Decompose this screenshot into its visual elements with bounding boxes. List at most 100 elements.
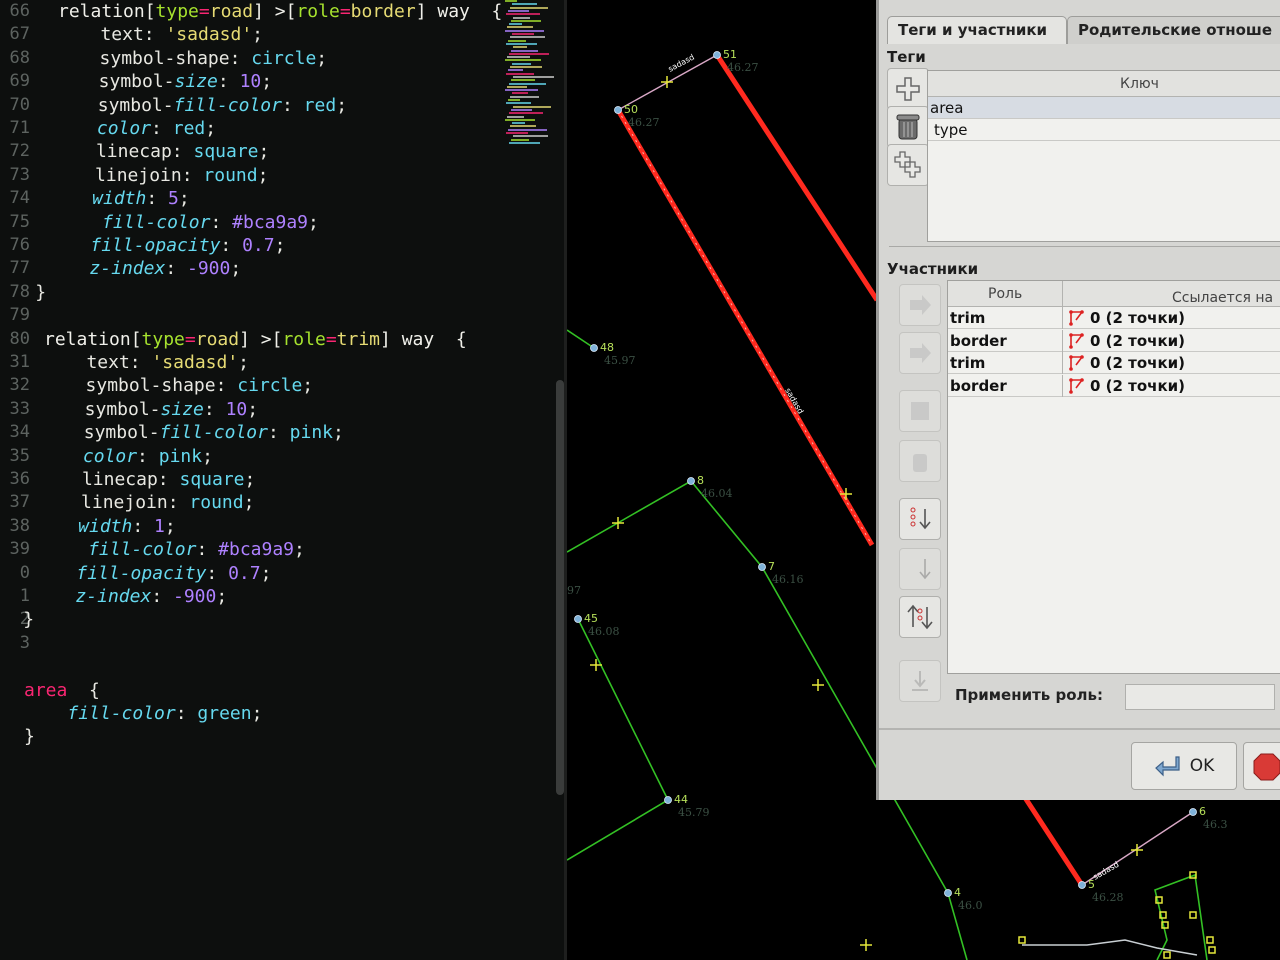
map-node[interactable]	[590, 344, 598, 352]
member-row[interactable]: trim 0 (2 точки)	[948, 307, 1280, 329]
map-vertex[interactable]	[1163, 951, 1171, 959]
code-line[interactable]: color: red;	[54, 118, 216, 139]
member-row[interactable]: border 0 (2 точки)	[948, 329, 1280, 352]
references-column-header[interactable]: Ссылается на	[1172, 290, 1273, 306]
member-role[interactable]: trim	[950, 309, 985, 327]
code-line[interactable]: symbol-shape: circle;	[42, 375, 314, 396]
code-line[interactable]: fill-color: #bca9a9;	[48, 212, 319, 233]
cancel-button[interactable]	[1243, 742, 1280, 790]
green-way[interactable]	[567, 329, 595, 349]
code-editor[interactable]: 66 67 68 69 70 71 72 73 74 75 76 77 78 79 80 31 32 33 34 35…	[0, 0, 568, 960]
code-line[interactable]: symbol-size: 10;	[55, 71, 272, 92]
code-line[interactable]: symbol-shape: circle;	[56, 48, 328, 69]
members-table[interactable]: Роль Ссылается на trim 0 (2 точки) borde…	[947, 280, 1280, 674]
code-line[interactable]: }	[24, 726, 35, 747]
code-line[interactable]: width: 1;	[35, 516, 176, 537]
move-up-button[interactable]	[899, 284, 941, 326]
member-role[interactable]: trim	[950, 354, 985, 372]
midpoint-marker[interactable]	[590, 659, 602, 671]
code-line[interactable]: linejoin: round;	[52, 165, 268, 186]
move-down-button[interactable]	[899, 332, 941, 374]
tab-tags-members[interactable]: Теги и участники	[887, 16, 1067, 44]
member-reference[interactable]: 0 (2 точки)	[1090, 332, 1185, 350]
code-line[interactable]: }	[23, 609, 34, 630]
member-reference[interactable]: 0 (2 точки)	[1090, 309, 1185, 327]
member-row[interactable]: trim 0 (2 точки)	[948, 352, 1280, 374]
minimap[interactable]	[505, 0, 557, 150]
code-line[interactable]: fill-opacity: 0.7;	[33, 563, 271, 584]
code-line[interactable]: width: 5;	[49, 188, 190, 209]
member-reference[interactable]: 0 (2 точки)	[1090, 377, 1185, 395]
map-node[interactable]	[1078, 881, 1086, 889]
map-node[interactable]	[758, 563, 766, 571]
ok-button[interactable]: OK	[1131, 742, 1237, 790]
map-vertex[interactable]	[1206, 936, 1214, 944]
map-vertex[interactable]	[1208, 946, 1216, 954]
code-line[interactable]: fill-color: #bca9a9;	[34, 539, 305, 560]
sort-below-button[interactable]	[899, 548, 941, 590]
member-role[interactable]: border	[950, 332, 1007, 350]
tag-key[interactable]: type	[934, 121, 968, 139]
tag-row[interactable]: type	[928, 119, 1280, 141]
add-tag-button[interactable]	[887, 68, 929, 110]
splitter[interactable]	[889, 246, 1280, 251]
code-token: ;	[308, 211, 319, 233]
map-node[interactable]	[664, 796, 672, 804]
code-token: :	[206, 562, 229, 584]
map-node[interactable]	[944, 889, 952, 897]
editor-scrollbar[interactable]	[556, 380, 564, 795]
edit-member-button[interactable]	[899, 390, 941, 432]
tags-table[interactable]: Ключ area type	[927, 70, 1280, 242]
code-line[interactable]: linecap: square;	[39, 469, 255, 490]
map-node[interactable]	[687, 477, 695, 485]
tag-key[interactable]: area	[930, 99, 963, 117]
code-line[interactable]: linecap: square;	[53, 141, 269, 162]
code-line[interactable]: symbol-fill-color: pink;	[40, 422, 344, 443]
code-token: :	[151, 586, 173, 607]
code-line[interactable]: linejoin: round;	[38, 492, 254, 513]
code-line[interactable]: z-index: -900;	[46, 258, 241, 279]
member-row[interactable]: border 0 (2 точки)	[948, 374, 1280, 397]
map-node[interactable]	[614, 106, 622, 114]
code-line[interactable]: }	[35, 282, 46, 303]
tab-parent-relations[interactable]: Родительские отноше	[1067, 16, 1280, 44]
map-node[interactable]	[1189, 808, 1197, 816]
code-line[interactable]: relation[type=road] >[role=border] way {	[58, 1, 502, 22]
role-column-header[interactable]: Роль	[988, 286, 1022, 302]
code-line[interactable]: area {	[24, 680, 100, 701]
reverse-members-button[interactable]	[899, 596, 941, 638]
code-line[interactable]: relation[type=road] >[role=trim] way {	[44, 329, 467, 350]
download-members-button[interactable]	[899, 660, 941, 702]
midpoint-marker[interactable]	[812, 679, 824, 691]
red-border-way[interactable]	[714, 53, 880, 302]
member-role[interactable]: border	[950, 377, 1007, 395]
map-vertex[interactable]	[1189, 911, 1197, 919]
code-line[interactable]: fill-color: green;	[24, 703, 262, 724]
paste-tags-button[interactable]	[887, 144, 929, 186]
code-line[interactable]: text: 'sadasd';	[43, 352, 249, 373]
code-line[interactable]: symbol-size: 10;	[41, 399, 258, 420]
delete-tag-button[interactable]	[887, 106, 929, 148]
code-token: 5	[168, 188, 179, 210]
key-column-header[interactable]: Ключ	[1120, 76, 1159, 92]
red-border-way[interactable]	[1019, 791, 1085, 887]
apply-role-input[interactable]	[1125, 684, 1275, 710]
map-vertex[interactable]	[1018, 936, 1026, 944]
member-reference[interactable]: 0 (2 точки)	[1090, 354, 1185, 372]
code-line[interactable]: text: 'sadasd';	[57, 24, 263, 45]
tag-row[interactable]: area	[928, 97, 1280, 119]
code-line[interactable]: fill-opacity: 0.7;	[47, 235, 285, 256]
sort-members-button[interactable]	[899, 498, 941, 540]
code-line[interactable]: color: pink;	[40, 446, 213, 467]
code-token: type	[155, 1, 199, 22]
code-line[interactable]: z-index: -900;	[32, 586, 227, 607]
map-node[interactable]	[713, 51, 721, 59]
code-line[interactable]: symbol-fill-color: red;	[54, 95, 347, 116]
midpoint-marker[interactable]	[612, 517, 624, 529]
remove-member-button[interactable]	[899, 440, 941, 482]
map-node[interactable]	[574, 615, 582, 623]
midpoint-marker[interactable]	[860, 939, 872, 951]
midpoint-marker[interactable]	[661, 76, 673, 88]
green-way[interactable]	[567, 618, 670, 861]
minimap-line	[507, 56, 530, 59]
